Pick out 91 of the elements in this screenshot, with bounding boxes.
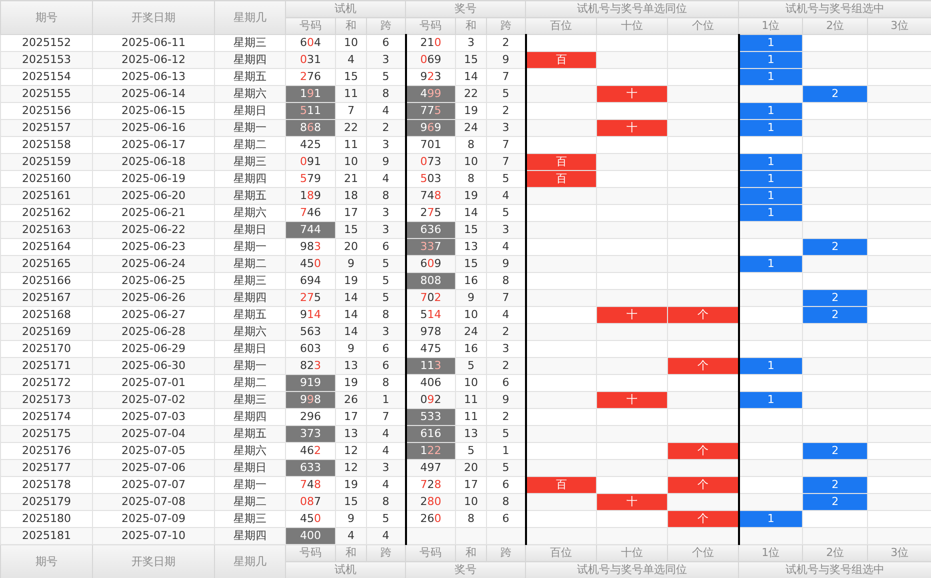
column-header: 号码 [406,18,456,34]
column-header: 期号 [0,0,92,34]
match-badge: 百 [526,477,596,493]
match-badge: 1 [740,188,802,204]
number-cell: 808 [406,272,456,290]
match-badge: 2 [803,307,868,323]
number-cell: 919 [286,374,336,392]
number-cell: 511 [286,102,336,120]
column-header: 跨 [486,18,526,34]
column-header: 1位 [738,18,803,34]
match-badge: 1 [740,358,802,374]
column-header: 期号 [0,544,92,578]
number-cell: 113 [406,358,456,374]
column-header: 和 [456,544,487,562]
match-badge: 1 [740,154,802,170]
number-cell: 499 [406,86,456,102]
match-badge: 1 [740,52,802,68]
match-badge: 2 [803,494,868,510]
column-header: 百位 [526,18,597,34]
number-cell: 969 [406,120,456,136]
column-header: 试机号与奖号组选中 [738,562,931,578]
column-header: 个位 [668,18,739,34]
column-header: 跨 [366,544,406,562]
number-cell: 775 [406,102,456,120]
number-cell: 533 [406,408,456,426]
match-badge: 1 [740,103,802,119]
column-header: 试机号与奖号组选中 [738,0,931,18]
match-badge: 十 [597,494,668,510]
number-cell: 616 [406,426,456,442]
column-header: 3位 [868,544,931,562]
column-header: 号码 [406,544,456,562]
number-cell: 636 [406,222,456,238]
match-badge: 个 [668,358,738,374]
column-header: 2位 [802,18,868,34]
match-badge: 1 [740,205,802,221]
number-cell: 998 [286,392,336,408]
match-badge: 百 [526,171,596,187]
number-cell: 122 [406,442,456,460]
number-cell: 744 [286,222,336,238]
number-cell: 373 [286,426,336,442]
match-badge: 1 [740,392,802,408]
column-header: 号码 [286,18,336,34]
match-badge: 2 [803,477,868,493]
match-badge: 个 [668,307,738,323]
column-header: 百位 [526,544,597,562]
number-cell: 337 [406,238,456,256]
column-header: 试机 [286,562,406,578]
column-header: 跨 [486,544,526,562]
column-header: 试机号与奖号单选同位 [526,562,739,578]
number-cell: 633 [286,460,336,476]
match-badge: 百 [526,154,596,170]
number-cell: 868 [286,120,336,136]
match-badge: 个 [668,511,738,527]
column-header: 开奖日期 [92,0,214,34]
column-header: 奖号 [406,562,526,578]
column-header: 1位 [738,544,803,562]
match-badge: 十 [597,392,668,408]
number-cell: 191 [286,86,336,102]
match-badge: 十 [597,86,668,102]
column-header: 试机号与奖号单选同位 [526,0,739,18]
match-badge: 1 [740,256,802,272]
match-badge: 2 [803,239,868,255]
match-badge: 十 [597,120,668,136]
column-header: 十位 [596,18,668,34]
match-badge: 2 [803,86,868,102]
column-header: 个位 [668,544,739,562]
column-header: 和 [456,18,487,34]
column-header: 开奖日期 [92,544,214,578]
match-badge: 1 [740,69,802,85]
column-header: 奖号 [406,0,526,18]
match-badge: 1 [740,171,802,187]
match-badge: 个 [668,443,738,459]
column-header: 星期几 [214,544,286,578]
match-badge: 1 [740,120,802,136]
column-header: 和 [336,18,366,34]
column-header: 和 [336,544,366,562]
match-badge: 2 [803,443,868,459]
match-badge: 1 [740,35,802,51]
column-header: 号码 [286,544,336,562]
column-header: 2位 [802,544,868,562]
column-header: 十位 [596,544,668,562]
column-header: 跨 [366,18,406,34]
column-header: 3位 [868,18,931,34]
match-badge: 十 [597,307,668,323]
column-header: 试机 [286,0,406,18]
column-header: 星期几 [214,0,286,34]
number-cell: 400 [286,528,336,544]
match-badge: 2 [803,290,868,306]
match-badge: 个 [668,477,738,493]
match-badge: 1 [740,511,802,527]
match-badge: 百 [526,52,596,68]
